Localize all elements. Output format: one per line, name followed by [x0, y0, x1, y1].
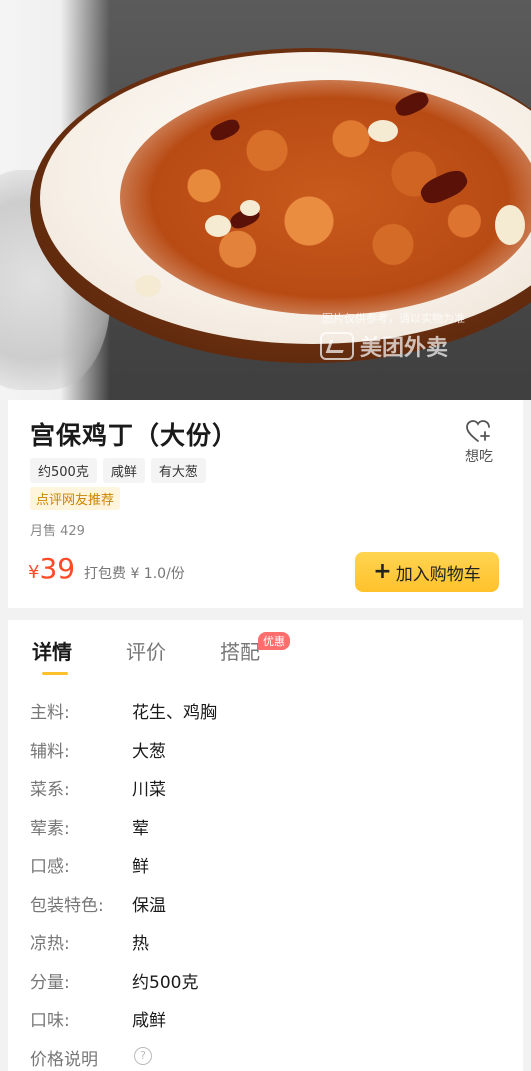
brand-watermark-text: 美团外卖: [360, 336, 449, 361]
peanut-shape: [205, 215, 231, 237]
tag-scallion: 有大葱: [150, 458, 206, 483]
detail-key: 凉热:: [30, 934, 70, 954]
add-to-cart-button[interactable]: + 加入购物车: [355, 552, 499, 592]
detail-value: 热: [132, 934, 149, 954]
brand-logo-icon: [320, 332, 354, 360]
detail-row-cuisine: 菜系: 川菜: [30, 775, 490, 814]
detail-key: 主料:: [30, 703, 70, 723]
kung-pao-chicken-food: [120, 80, 531, 315]
active-tab-indicator: [42, 672, 68, 675]
detail-key: 包装特色:: [30, 895, 104, 916]
price-value: 39: [39, 552, 76, 585]
detail-row-temperature: 凉热: 热: [30, 929, 490, 968]
detail-value: 鲜: [132, 857, 149, 877]
question-mark-icon[interactable]: ?: [134, 1046, 152, 1065]
detail-row-side-ingredient: 辅料: 大葱: [30, 737, 490, 776]
detail-key: 分量:: [30, 972, 70, 993]
tag-weight: 约500克: [30, 458, 97, 483]
discount-badge: 优惠: [258, 632, 290, 650]
packing-fee: 打包费 ¥ 1.0/份: [84, 566, 185, 582]
detail-value: 保温: [132, 895, 166, 916]
tab-bar: 详情 评价 搭配 优惠: [8, 620, 523, 680]
monthly-sales: 月售 429: [30, 524, 85, 539]
detail-key: 口味:: [30, 1011, 70, 1031]
detail-key: 价格说明: [30, 1049, 98, 1070]
brand-watermark: 美团外卖: [320, 330, 448, 362]
recommend-badge: 点评网友推荐: [30, 487, 121, 510]
detail-panel: 详情 评价 搭配 优惠 主料: 花生、鸡胸 辅料: 大葱 菜系: 川菜 荤素: …: [8, 620, 523, 1071]
detail-row-meat-or-veg: 荤素: 荤: [30, 814, 490, 853]
detail-list: 主料: 花生、鸡胸 辅料: 大葱 菜系: 川菜 荤素: 荤 口感: 鲜 包装特色…: [30, 698, 490, 1071]
currency-symbol: ¥: [28, 562, 40, 583]
tab-reviews[interactable]: 评价: [126, 636, 166, 665]
detail-value: 大葱: [132, 741, 166, 762]
want-to-eat-label: 想吃: [465, 449, 493, 465]
photo-disclaimer: 图片仅供参考，请以实物为准: [322, 312, 465, 325]
peanut-shape: [368, 120, 398, 142]
detail-row-main-ingredient: 主料: 花生、鸡胸: [30, 698, 490, 737]
tab-combos[interactable]: 搭配: [220, 636, 260, 665]
add-to-cart-label: 加入购物车: [395, 564, 481, 585]
peanut-shape: [240, 200, 260, 216]
detail-value: 咸鲜: [132, 1011, 166, 1031]
tab-details[interactable]: 详情: [32, 636, 72, 665]
detail-key: 菜系:: [30, 780, 70, 800]
tag-flavor: 咸鲜: [102, 458, 145, 483]
product-info-card: 宫保鸡丁（大份） 想吃 约500克 咸鲜 有大葱 点评网友推荐 月售 429 ¥…: [8, 400, 523, 608]
detail-row-packaging: 包装特色: 保温: [30, 891, 490, 930]
peanut-shape: [135, 275, 161, 297]
detail-row-taste: 口味: 咸鲜: [30, 1006, 490, 1045]
detail-key: 荤素:: [30, 818, 70, 839]
detail-key: 口感:: [30, 857, 70, 877]
detail-value: 荤: [132, 818, 149, 839]
product-title: 宫保鸡丁（大份）: [30, 421, 239, 450]
detail-row-texture: 口感: 鲜: [30, 852, 490, 891]
detail-key: 辅料:: [30, 741, 70, 762]
detail-row-price-note: 价格说明 ?: [30, 1045, 490, 1071]
want-to-eat-button[interactable]: 想吃: [459, 420, 499, 466]
peanut-shape: [495, 205, 525, 245]
product-photo: 图片仅供参考，请以实物为准 美团外卖: [0, 0, 531, 400]
product-tags: 约500克 咸鲜 有大葱: [30, 458, 206, 483]
price: ¥39: [28, 552, 75, 585]
detail-value: 约500克: [132, 972, 199, 993]
detail-value: 川菜: [132, 780, 166, 800]
detail-value: 花生、鸡胸: [132, 703, 217, 723]
plus-icon: +: [373, 559, 392, 584]
heart-plus-icon: [466, 420, 490, 442]
detail-row-portion: 分量: 约500克: [30, 968, 490, 1007]
